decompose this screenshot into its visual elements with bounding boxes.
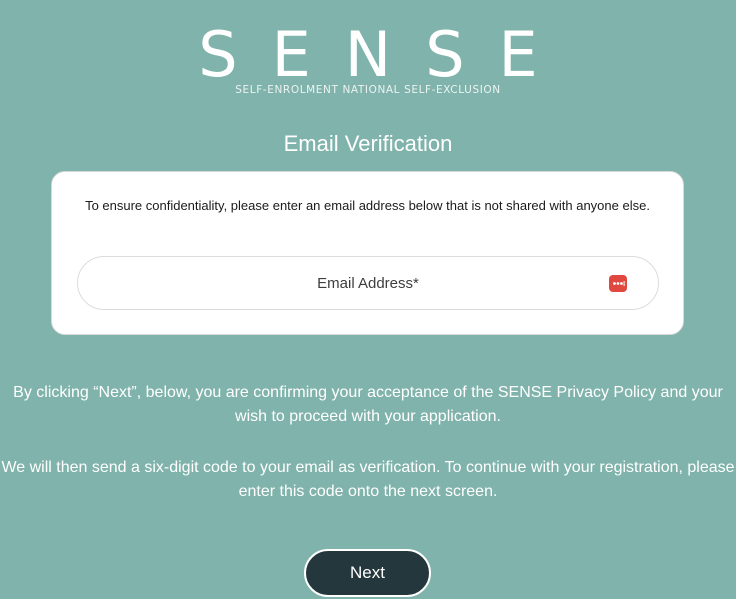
logo-tagline: SELF-ENROLMENT NATIONAL SELF-EXCLUSION bbox=[235, 84, 501, 96]
email-input[interactable] bbox=[78, 257, 658, 309]
card-instruction: To ensure confidentiality, please enter … bbox=[85, 198, 650, 213]
email-card: To ensure confidentiality, please enter … bbox=[51, 171, 684, 335]
page-title: Email Verification bbox=[283, 131, 453, 156]
logo-wordmark: SENSE bbox=[198, 18, 572, 91]
email-field[interactable] bbox=[77, 256, 659, 310]
password-manager-icon[interactable] bbox=[609, 275, 627, 292]
verification-code-text: We will then send a six-digit code to yo… bbox=[1, 459, 735, 500]
privacy-confirmation-text: By clicking “Next”, below, you are confi… bbox=[13, 384, 723, 425]
sense-logo: SENSE SELF-ENROLMENT NATIONAL SELF-EXCLU… bbox=[0, 18, 736, 97]
next-button[interactable]: Next bbox=[304, 549, 431, 597]
